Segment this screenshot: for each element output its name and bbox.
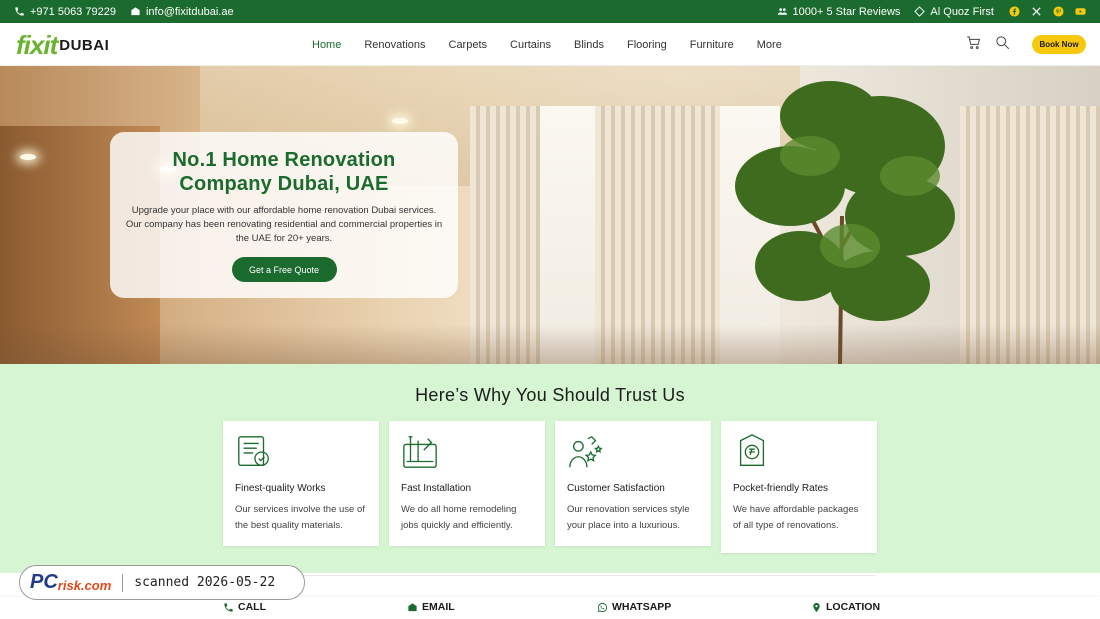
email-label: EMAIL (422, 601, 455, 613)
installation-tools-icon (401, 433, 439, 471)
hero-floor (0, 324, 1100, 364)
users-icon (777, 8, 787, 15)
phone-icon (15, 7, 24, 16)
hero-description: Upgrade your place with our affordable h… (125, 205, 443, 244)
reviews-text: 1000+ 5 Star Reviews (792, 5, 901, 18)
location-link[interactable]: Al Quoz First (914, 6, 994, 18)
pcrisk-logo-pc: PC (30, 571, 58, 593)
hero-title: No.1 Home Renovation Company Dubai, UAE (172, 149, 396, 195)
book-now-button[interactable]: Book Now (1032, 35, 1086, 54)
whatsapp-button[interactable]: WHATSAPP (597, 601, 671, 613)
pcrisk-logo: PC risk.com (30, 571, 111, 594)
nav-more[interactable]: More (757, 39, 782, 51)
scan-date: scanned 2026-05-22 (134, 575, 276, 590)
trust-card-desc: We have affordable packages of all type … (733, 504, 859, 531)
logo-dubai-text: DUBAI (59, 36, 110, 54)
ceiling-light (392, 118, 408, 124)
trust-card-title: Customer Satisfaction (567, 483, 665, 494)
location-text: Al Quoz First (930, 5, 994, 18)
free-quote-button[interactable]: Get a Free Quote (231, 257, 337, 282)
site-logo[interactable]: fixit DUBAI (16, 28, 109, 62)
nav-blinds[interactable]: Blinds (574, 39, 604, 51)
trust-card-title: Finest-quality Works (235, 483, 326, 494)
youtube-icon[interactable] (1074, 6, 1086, 18)
reviews-link[interactable]: 1000+ 5 Star Reviews (777, 5, 901, 18)
customer-rating-icon (567, 433, 605, 471)
hero-card: No.1 Home Renovation Company Dubai, UAE … (110, 132, 458, 298)
pinterest-icon[interactable] (1052, 6, 1064, 18)
main-nav: Home Renovations Carpets Curtains Blinds… (312, 23, 805, 66)
x-icon[interactable] (1030, 6, 1042, 18)
ceiling-light (20, 154, 36, 160)
trust-cards: Finest-quality Works Our services involv… (223, 421, 877, 553)
phone-link[interactable]: +971 5063 79229 (14, 6, 116, 18)
call-label: CALL (238, 601, 266, 613)
location-button[interactable]: LOCATION (811, 601, 880, 613)
quality-certificate-icon (235, 433, 273, 471)
trust-card-desc: Our renovation services style your place… (567, 504, 690, 531)
hero-banner: No.1 Home Renovation Company Dubai, UAE … (0, 66, 1100, 364)
trust-card-desc: We do all home remodeling jobs quickly a… (401, 504, 517, 531)
phone-icon (224, 602, 233, 612)
trust-card-title: Fast Installation (401, 483, 472, 494)
top-bar: +971 5063 79229 info@fixitdubai.ae 1000+… (0, 0, 1100, 23)
nav-renovations[interactable]: Renovations (364, 39, 425, 51)
search-icon[interactable] (995, 35, 1010, 55)
logo-fixit-text: fixit (16, 29, 58, 60)
trust-section: Here’s Why You Should Trust Us Finest-qu… (0, 364, 1100, 573)
email-button[interactable]: EMAIL (407, 601, 455, 613)
map-pin-icon (813, 602, 820, 612)
envelope-icon (408, 602, 417, 611)
facebook-icon[interactable] (1008, 6, 1020, 18)
main-header: fixit DUBAI Home Renovations Carpets Cur… (0, 23, 1100, 66)
bottom-action-bar: CALL EMAIL WHATSAPP LOCATION (0, 597, 1100, 619)
cart-icon[interactable] (966, 35, 981, 55)
call-button[interactable]: CALL (223, 601, 266, 613)
envelope-icon (131, 7, 140, 16)
nav-carpets[interactable]: Carpets (449, 39, 488, 51)
trust-card-title: Pocket-friendly Rates (733, 483, 829, 494)
social-links (1008, 6, 1086, 18)
trust-card-desc: Our services involve the use of the best… (235, 504, 365, 531)
location-label: LOCATION (826, 601, 881, 613)
nav-flooring[interactable]: Flooring (627, 39, 667, 51)
trust-card: Finest-quality Works Our services involv… (223, 421, 379, 546)
nav-furniture[interactable]: Furniture (690, 39, 734, 51)
direction-icon (914, 6, 926, 17)
nav-home[interactable]: Home (312, 39, 341, 51)
whatsapp-label: WHATSAPP (612, 601, 672, 613)
phone-number: +971 5063 79229 (30, 5, 116, 18)
pcrisk-watermark: PC risk.com scanned 2026-05-22 (19, 565, 305, 600)
trust-card: Pocket-friendly Rates We have affordable… (721, 421, 877, 553)
trust-card: Fast Installation We do all home remodel… (389, 421, 545, 546)
section-divider (223, 575, 876, 576)
whatsapp-icon (597, 602, 608, 612)
plant-illustration (735, 81, 955, 364)
watermark-separator (122, 573, 124, 592)
trust-heading: Here’s Why You Should Trust Us (415, 385, 685, 405)
email-link[interactable]: info@fixitdubai.ae (130, 6, 234, 18)
nav-curtains[interactable]: Curtains (510, 39, 551, 51)
trust-card: Customer Satisfaction Our renovation ser… (555, 421, 711, 546)
email-address: info@fixitdubai.ae (145, 5, 234, 18)
price-tag-icon (733, 433, 771, 471)
pcrisk-logo-risk: risk.com (57, 577, 112, 593)
